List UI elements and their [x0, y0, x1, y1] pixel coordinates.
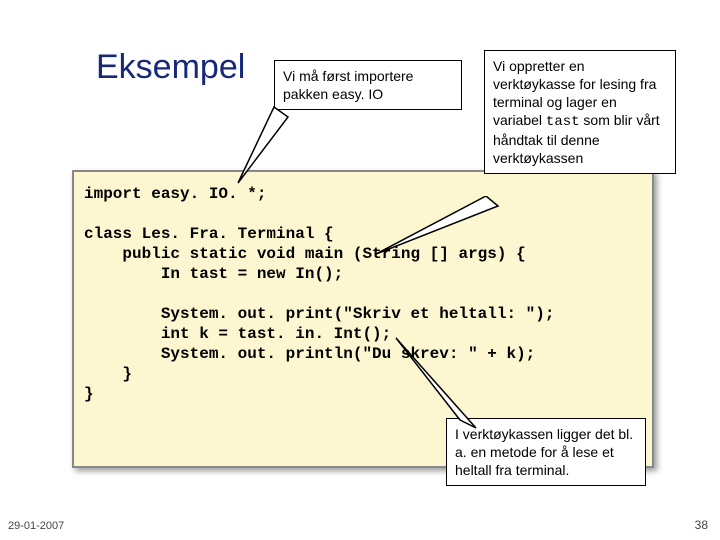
footer-date: 29-01-2007 — [8, 520, 64, 532]
callout-method-tail — [390, 332, 480, 432]
callout-import: Vi må først importere pakken easy. IO — [274, 60, 462, 110]
callout-toolbox: Vi oppretter en verktøykasse for lesing … — [484, 50, 676, 174]
callout-toolbox-tail — [370, 196, 500, 256]
footer-page-number: 38 — [695, 518, 708, 532]
callout-toolbox-code: tast — [546, 114, 580, 130]
slide-title: Eksempel — [96, 48, 245, 87]
callout-import-tail — [230, 105, 290, 185]
